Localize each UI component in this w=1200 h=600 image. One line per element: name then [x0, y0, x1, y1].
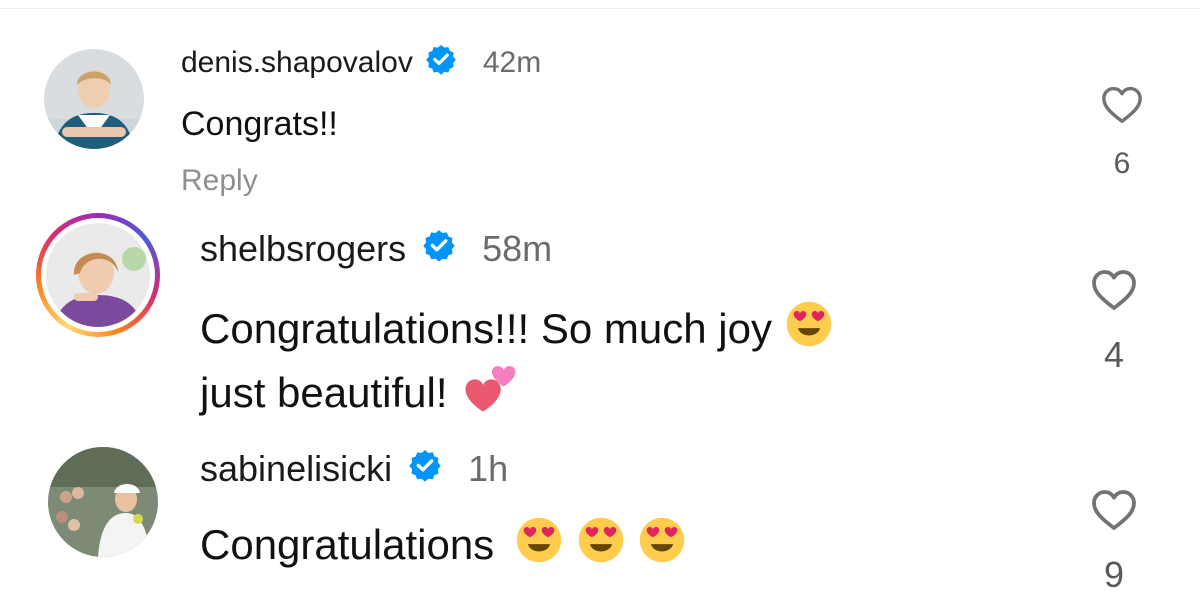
- heart-eyes-emoji-icon: [784, 299, 834, 363]
- heart-icon[interactable]: [1089, 267, 1139, 316]
- comment-item: sabinelisicki 1h Congratulations 9: [0, 435, 1200, 600]
- username[interactable]: denis.shapovalov: [181, 46, 413, 80]
- avatar[interactable]: [44, 49, 144, 149]
- username[interactable]: shelbsrogers: [200, 228, 406, 270]
- verified-badge-icon: [422, 228, 456, 271]
- verified-badge-icon: [425, 43, 457, 83]
- comment-text-line: Congratulations!!! So much joy: [200, 299, 834, 363]
- like-count: 6: [1113, 147, 1131, 180]
- heart-icon[interactable]: [1089, 487, 1139, 536]
- heart-icon[interactable]: [1100, 84, 1144, 129]
- profile-photo-icon: [44, 49, 144, 149]
- like-count: 9: [1103, 554, 1125, 595]
- timestamp: 42m: [482, 46, 542, 79]
- comment-text-line-1: Congratulations: [200, 521, 495, 568]
- profile-photo-icon: [46, 223, 150, 327]
- comment-item: denis.shapovalov 42m Congrats!! Reply 6: [0, 0, 1200, 205]
- reply-button[interactable]: Reply: [181, 164, 258, 198]
- username[interactable]: sabinelisicki: [200, 448, 392, 490]
- comment-text: Congratulations: [200, 515, 687, 579]
- heart-eyes-emoji-icon: [637, 515, 687, 579]
- avatar[interactable]: [48, 447, 158, 557]
- comment-text: Congrats!!: [181, 105, 338, 143]
- timestamp: 1h: [468, 448, 509, 489]
- two-hearts-emoji-icon: [459, 363, 519, 427]
- comment-text: Congratulations!!! So much joy just beau…: [200, 299, 834, 427]
- heart-eyes-emoji-icon: [576, 515, 626, 579]
- verified-badge-icon: [408, 448, 442, 491]
- avatar[interactable]: [46, 223, 150, 327]
- comment-text-line: just beautiful!: [200, 363, 834, 427]
- comment-item: shelbsrogers 58m Congratulations!!! So m…: [0, 205, 1200, 435]
- profile-photo-icon: [48, 447, 158, 557]
- heart-eyes-emoji-icon: [514, 515, 564, 579]
- story-ring[interactable]: [36, 213, 160, 337]
- like-count: 4: [1103, 334, 1125, 375]
- timestamp: 58m: [482, 228, 553, 269]
- comment-text-line-2: just beautiful!: [200, 369, 448, 416]
- comment-text-line-1: Congratulations!!! So much joy: [200, 305, 772, 352]
